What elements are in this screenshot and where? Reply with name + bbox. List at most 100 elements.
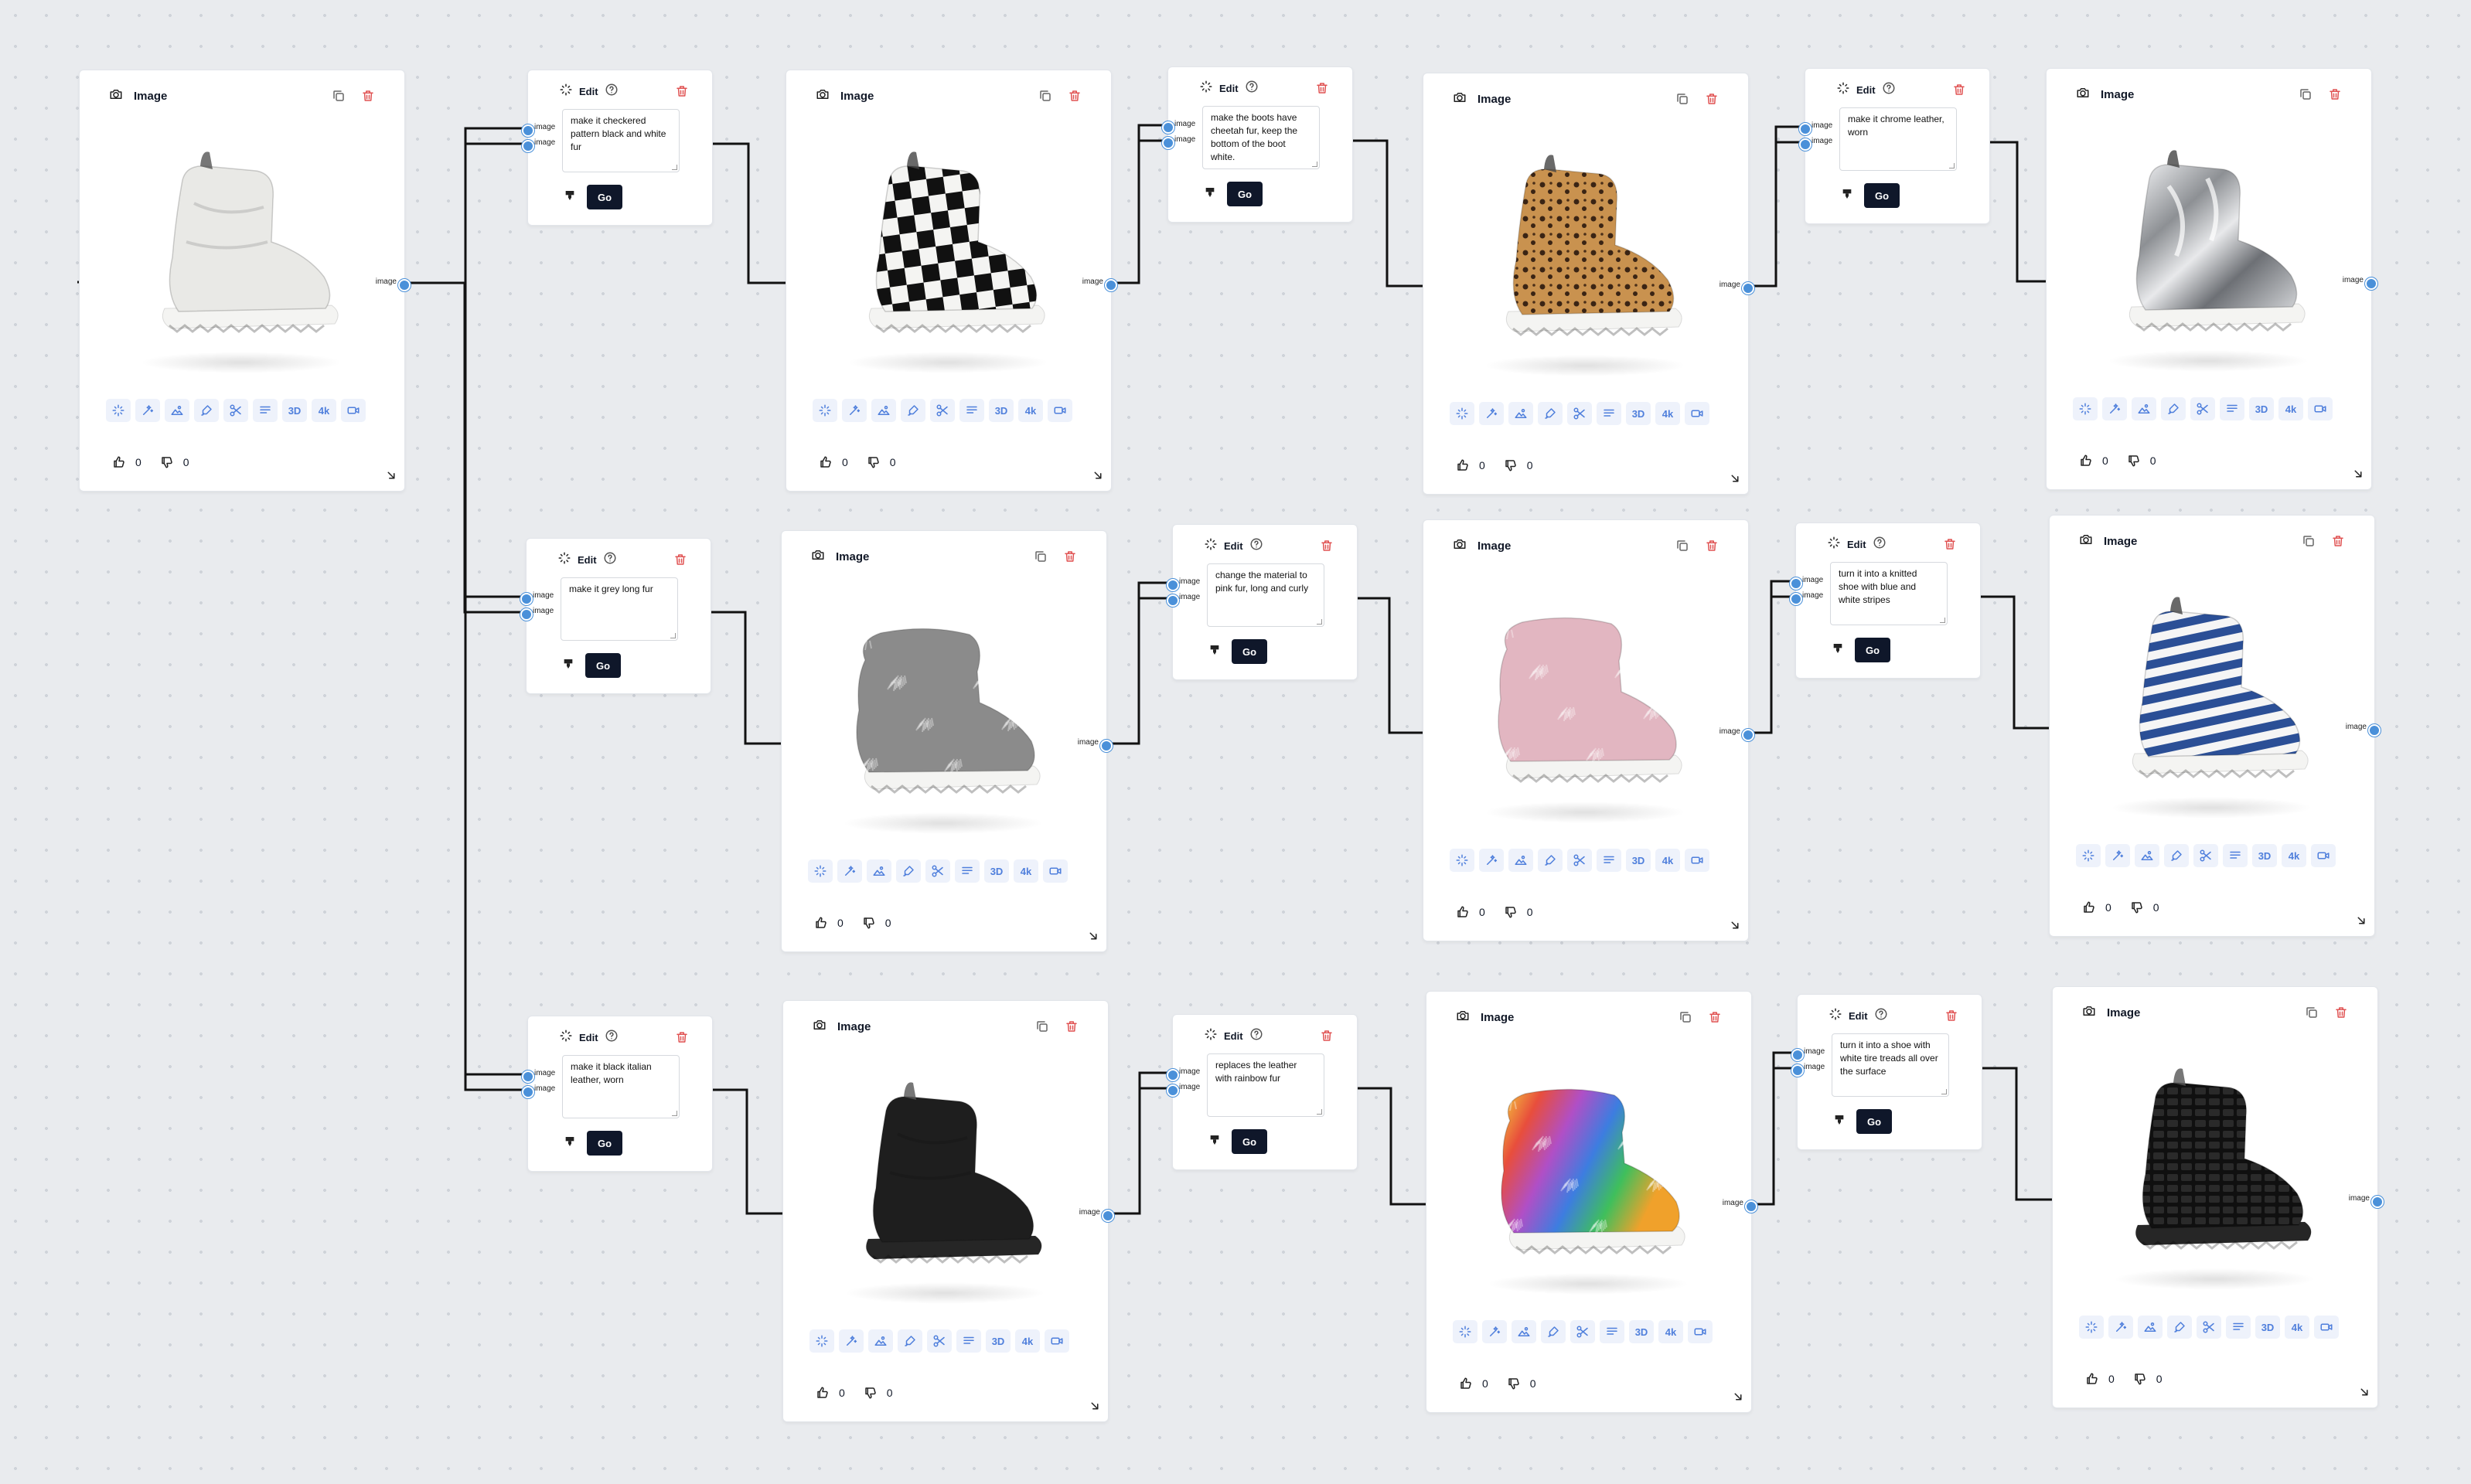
scissors-tool-button[interactable] (927, 1329, 952, 1353)
delete-button[interactable] (2333, 1004, 2350, 1021)
brush-tool-button[interactable] (1538, 849, 1563, 872)
magic-wand-tool-button[interactable] (837, 859, 862, 883)
edit-node[interactable]: Edit image image make it checkered patte… (522, 70, 713, 226)
text-lines-tool-button[interactable] (1597, 402, 1621, 425)
thumbs-down-icon[interactable] (1505, 1375, 1522, 1392)
thumbs-up-icon[interactable] (2081, 899, 2098, 916)
video-tool-button[interactable] (1685, 849, 1709, 872)
thumbs-up-icon[interactable] (2084, 1370, 2101, 1387)
help-icon[interactable] (1249, 1027, 1263, 1045)
duplicate-button[interactable] (1034, 1018, 1051, 1035)
3d-button[interactable]: 3D (1626, 849, 1651, 872)
4k-upscale-button[interactable]: 4k (312, 399, 336, 422)
input-port[interactable] (520, 608, 533, 621)
resize-handle-icon[interactable] (1088, 1399, 1102, 1417)
output-port[interactable] (2371, 1196, 2384, 1208)
4k-upscale-button[interactable]: 4k (1655, 402, 1680, 425)
resize-handle-icon[interactable] (1091, 468, 1105, 486)
duplicate-button[interactable] (2300, 533, 2317, 550)
help-icon[interactable] (1873, 536, 1886, 553)
landscape-tool-button[interactable] (867, 859, 891, 883)
thumbs-up-icon[interactable] (813, 914, 830, 931)
delete-button[interactable] (2326, 86, 2343, 103)
resize-handle-icon[interactable] (384, 468, 398, 486)
input-port[interactable] (1167, 1069, 1179, 1081)
magic-wand-tool-button[interactable] (1479, 402, 1504, 425)
image-node[interactable]: Image 3D 4k 0 0 image (1423, 519, 1754, 941)
image-node[interactable]: Image 3D 4k 0 0 image (1426, 991, 1757, 1413)
edit-node[interactable]: Edit image image turn it into a knitted … (1790, 522, 1981, 679)
magic-wand-tool-button[interactable] (135, 399, 160, 422)
duplicate-button[interactable] (1037, 87, 1054, 104)
edit-node[interactable]: Edit image image make it grey long fur G… (520, 538, 711, 694)
brush-tool-button[interactable] (194, 399, 219, 422)
help-icon[interactable] (605, 83, 619, 100)
generated-image[interactable] (1456, 1047, 1720, 1312)
input-port[interactable] (1167, 579, 1179, 591)
magic-wand-tool-button[interactable] (842, 399, 867, 422)
output-port[interactable] (2368, 724, 2381, 737)
edit-node[interactable]: Edit image image turn it into a shoe wit… (1791, 994, 1982, 1150)
sparkle-tool-button[interactable] (2073, 397, 2098, 420)
brush-icon[interactable] (1832, 642, 1844, 659)
resize-handle-icon[interactable] (1086, 929, 1100, 947)
thumbs-down-icon[interactable] (861, 914, 878, 931)
sparkle-tool-button[interactable] (1453, 1320, 1477, 1343)
delete-button[interactable] (1706, 1009, 1723, 1026)
magic-wand-tool-button[interactable] (2102, 397, 2127, 420)
magic-wand-tool-button[interactable] (1479, 849, 1504, 872)
thumbs-up-icon[interactable] (1454, 904, 1471, 921)
go-button[interactable]: Go (1864, 183, 1900, 208)
delete-button[interactable] (1941, 536, 1958, 553)
go-button[interactable]: Go (1855, 638, 1890, 662)
duplicate-button[interactable] (1674, 537, 1691, 554)
brush-tool-button[interactable] (2167, 1316, 2192, 1339)
image-node[interactable]: Image 3D 4k 0 0 image (2049, 515, 2381, 937)
scissors-tool-button[interactable] (930, 399, 955, 422)
magic-wand-tool-button[interactable] (1482, 1320, 1507, 1343)
sparkle-tool-button[interactable] (813, 399, 837, 422)
edit-node[interactable]: Edit image image make it black italian l… (522, 1016, 713, 1172)
brush-tool-button[interactable] (2164, 844, 2189, 867)
video-tool-button[interactable] (2314, 1316, 2339, 1339)
text-lines-tool-button[interactable] (1597, 849, 1621, 872)
input-port[interactable] (1167, 594, 1179, 607)
generated-image[interactable] (2079, 571, 2343, 836)
thumbs-down-icon[interactable] (862, 1384, 879, 1401)
scissors-tool-button[interactable] (223, 399, 248, 422)
text-lines-tool-button[interactable] (2223, 844, 2248, 867)
3d-button[interactable]: 3D (984, 859, 1009, 883)
text-lines-tool-button[interactable] (2226, 1316, 2251, 1339)
input-port[interactable] (1791, 1049, 1804, 1061)
sparkle-tool-button[interactable] (809, 1329, 834, 1353)
4k-upscale-button[interactable]: 4k (1658, 1320, 1683, 1343)
input-port[interactable] (1799, 123, 1811, 135)
generated-image[interactable] (2082, 1043, 2347, 1307)
edit-node[interactable]: Edit image image make it chrome leather,… (1799, 68, 1990, 224)
landscape-tool-button[interactable] (871, 399, 896, 422)
landscape-tool-button[interactable] (868, 1329, 893, 1353)
3d-button[interactable]: 3D (2252, 844, 2277, 867)
help-icon[interactable] (605, 1029, 619, 1047)
delete-button[interactable] (672, 551, 689, 568)
brush-tool-button[interactable] (1541, 1320, 1566, 1343)
resize-handle-icon[interactable] (1728, 471, 1742, 489)
landscape-tool-button[interactable] (2135, 844, 2159, 867)
prompt-input[interactable]: make the boots have cheetah fur, keep th… (1202, 106, 1320, 169)
3d-button[interactable]: 3D (989, 399, 1014, 422)
thumbs-down-icon[interactable] (2125, 452, 2142, 469)
brush-icon[interactable] (1833, 1113, 1846, 1131)
4k-upscale-button[interactable]: 4k (1018, 399, 1043, 422)
thumbs-up-icon[interactable] (817, 454, 834, 471)
output-port[interactable] (2365, 277, 2377, 290)
resize-handle-icon[interactable] (1728, 918, 1742, 936)
delete-button[interactable] (1066, 87, 1083, 104)
delete-button[interactable] (1063, 1018, 1080, 1035)
prompt-input[interactable]: change the material to pink fur, long an… (1207, 563, 1324, 627)
magic-wand-tool-button[interactable] (2105, 844, 2130, 867)
generated-image[interactable] (1453, 129, 1717, 393)
duplicate-button[interactable] (2303, 1004, 2320, 1021)
scissors-tool-button[interactable] (2197, 1316, 2221, 1339)
delete-button[interactable] (1943, 1007, 1960, 1024)
delete-button[interactable] (1703, 537, 1720, 554)
